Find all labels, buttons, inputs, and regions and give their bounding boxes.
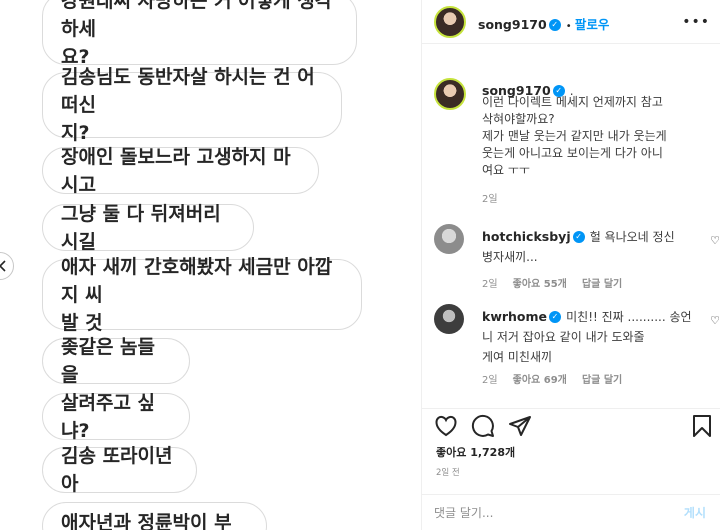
avatar[interactable]	[434, 6, 466, 38]
comment-likes[interactable]: 좋아요 69개	[513, 375, 567, 386]
chevron-left-icon	[0, 260, 6, 272]
heart-outline-icon[interactable]: ♡	[710, 234, 720, 247]
heart-icon[interactable]	[434, 415, 458, 437]
caption-time: 2일	[482, 194, 498, 205]
dm-message: 강원래씨 사망하는 거 어떻게 생각하세 요?	[42, 0, 357, 68]
comment-time: 2일	[482, 279, 498, 290]
post-header: song9170 ✓ • 팔로우 •••	[422, 0, 720, 44]
action-bar	[422, 408, 720, 444]
comment-input[interactable]	[434, 503, 664, 523]
dm-message: 애자 새끼 간호해봤자 세금만 아깝지 씨 발 것	[42, 256, 362, 334]
caption-text: 이런 다이렉트 메세지 언제까지 참고 삭혀야할까요? 제가 맨날 웃는거 같지…	[482, 95, 667, 177]
avatar[interactable]	[434, 304, 464, 334]
dm-message: 그냥 둘 다 뒤져버리시길	[42, 203, 254, 253]
comment-input-row: 게시	[422, 494, 720, 530]
heart-outline-icon[interactable]: ♡	[710, 314, 720, 327]
verified-badge-icon: ✓	[572, 230, 585, 243]
reply-button[interactable]: 답글 달기	[582, 375, 622, 386]
dm-screenshot: 강원래씨 사망하는 거 어떻게 생각하세 요? 김송님도 동반자살 하시는 건 …	[0, 0, 421, 530]
comment-time: 2일	[482, 375, 498, 386]
comment-item: hotchicksbyj ✓ 헐 욕나오네 정신 병자새끼... 2일 좋아요 5…	[434, 222, 720, 292]
post-comment-button[interactable]: 게시	[684, 504, 706, 521]
comment-icon[interactable]	[471, 414, 495, 438]
dm-message: 애자년과 정륜박이 부부	[42, 502, 267, 530]
follow-button[interactable]: 팔로우	[575, 17, 610, 32]
dm-message: 좆같은 놈들을	[42, 336, 190, 386]
comment-likes[interactable]: 좋아요 55개	[513, 279, 567, 290]
avatar[interactable]	[434, 78, 466, 110]
post-panel: song9170 ✓ • 팔로우 ••• song9170 ✓ . 이런 다이렉트 …	[422, 0, 720, 530]
header-username[interactable]: song9170	[478, 17, 547, 32]
comment-username[interactable]: hotchicksbyj	[482, 229, 571, 244]
more-options-icon[interactable]: •••	[682, 14, 710, 30]
post-time: 2일 전	[436, 468, 460, 478]
dm-message: 살려주고 싶냐?	[42, 392, 190, 442]
dm-message: 김송 또라이년아	[42, 445, 197, 495]
bookmark-icon[interactable]	[692, 414, 712, 438]
comment-item: kwrhome ✓ 미친!! 진짜 .......... 송언 니 저거 잡아요 …	[434, 302, 720, 386]
verified-badge-icon: ✓	[549, 310, 562, 323]
likes-count[interactable]: 좋아요 1,728개	[436, 444, 515, 460]
dm-message: 장애인 돌보느라 고생하지 마시고	[42, 146, 319, 196]
avatar[interactable]	[434, 224, 464, 254]
verified-badge-icon: ✓	[548, 18, 561, 31]
share-icon[interactable]	[508, 415, 532, 437]
comment-username[interactable]: kwrhome	[482, 309, 547, 324]
reply-button[interactable]: 답글 달기	[582, 279, 622, 290]
dm-message: 김송님도 동반자살 하시는 건 어떠신 지?	[42, 66, 342, 144]
